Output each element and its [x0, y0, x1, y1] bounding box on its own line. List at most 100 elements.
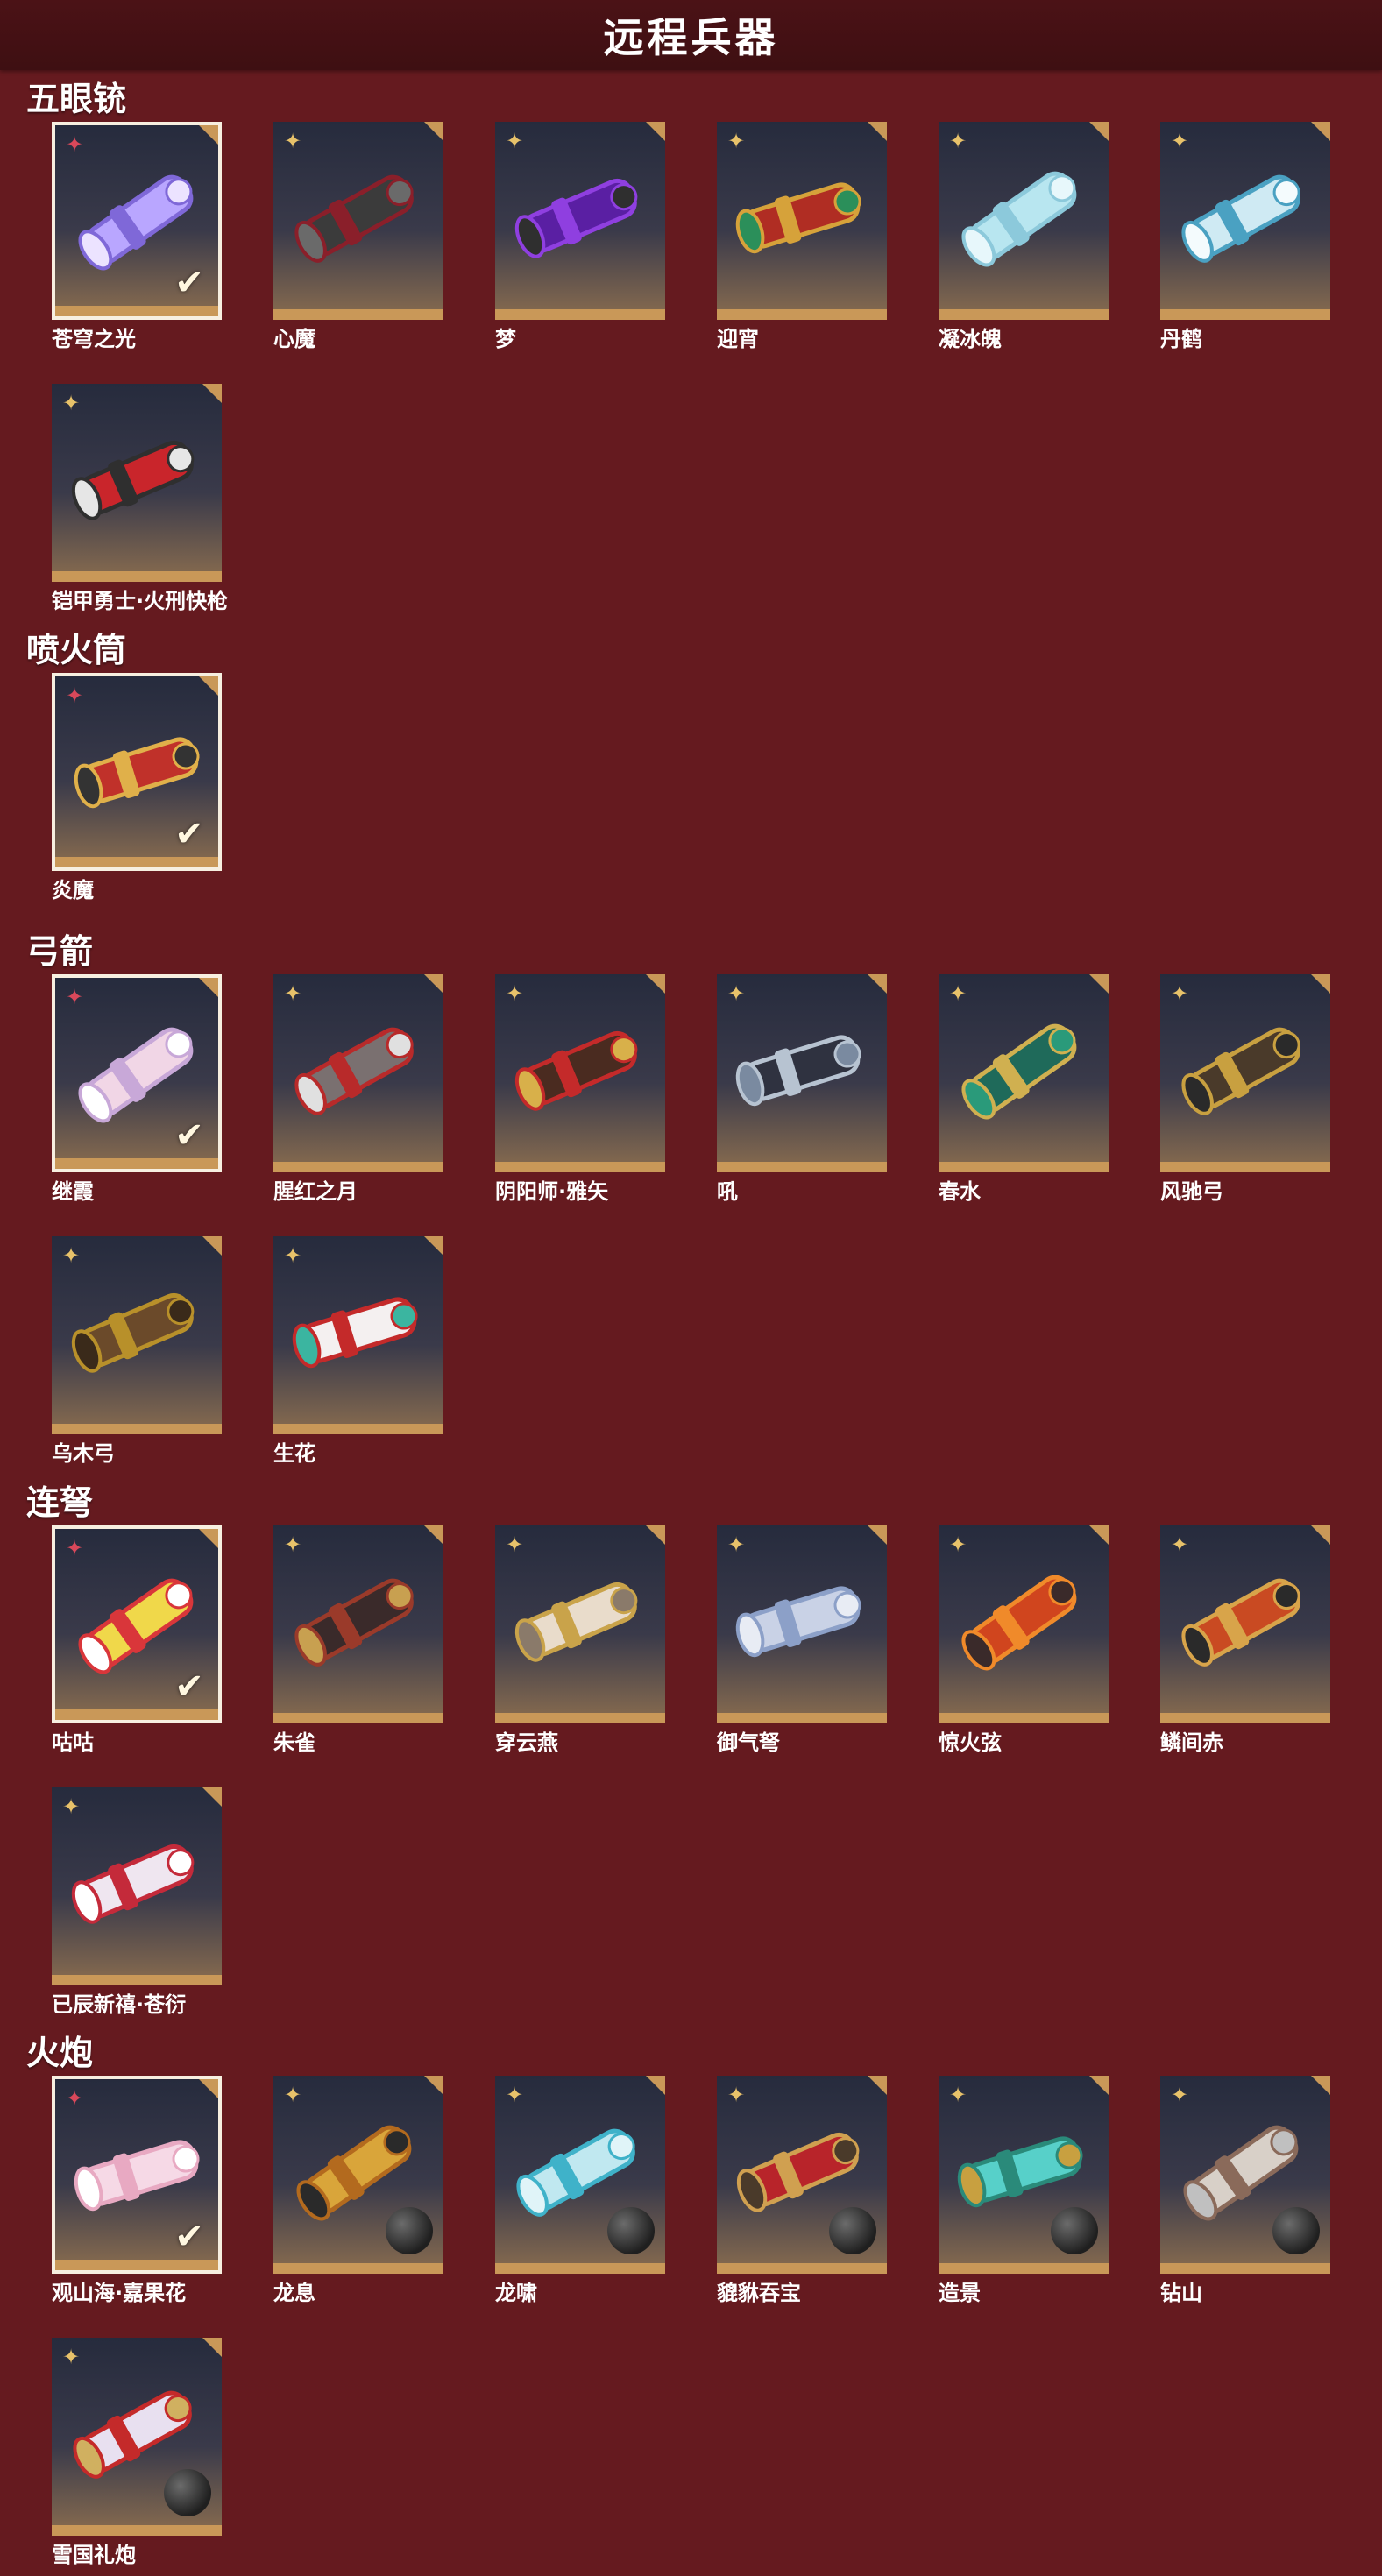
weapon-thumbnail: ✦: [717, 1525, 887, 1723]
weapon-thumbnail: ✦: [939, 974, 1109, 1172]
weapon-name: 春水: [939, 1179, 981, 1204]
section-title: 火炮: [26, 2034, 94, 2072]
frame-corner: [424, 1525, 443, 1545]
weapon-thumbnail: ✦: [273, 1236, 443, 1434]
weapon-card[interactable]: ✦ ✔ 炎魔: [52, 673, 222, 906]
weapon-image: [735, 1035, 861, 1107]
weapon-name: 腥红之月: [273, 1179, 358, 1204]
frame-corner: [202, 1236, 222, 1256]
weapon-image: [1181, 174, 1300, 263]
weapon-thumbnail: ✦: [273, 1525, 443, 1723]
weapon-name: 御气弩: [717, 1730, 780, 1755]
weapon-thumbnail: ✦: [1160, 122, 1330, 320]
frame-corner: [1311, 974, 1330, 994]
weapon-card[interactable]: ✦ ✔ 观山海·嘉果花: [52, 2076, 222, 2309]
weapon-name: 铠甲勇士·火刑快枪: [52, 589, 229, 613]
frame-corner: [646, 2076, 665, 2095]
weapon-name: 鳞间赤: [1160, 1730, 1223, 1755]
weapon-card[interactable]: ✦ 穿云燕: [495, 1525, 665, 1759]
weapon-card[interactable]: ✦ 御气弩: [717, 1525, 887, 1759]
weapon-image: [1181, 1578, 1300, 1667]
weapon-image: [294, 1578, 414, 1667]
checkmark-icon: ✔: [174, 2217, 204, 2257]
frame-corner: [646, 122, 665, 141]
weapon-card[interactable]: ✦ 惊火弦: [939, 1525, 1109, 1759]
weapon-name: 朱雀: [273, 1730, 315, 1755]
frame-corner: [868, 122, 887, 141]
weapon-name: 观山海·嘉果花: [52, 2281, 187, 2305]
weapon-card[interactable]: ✦ 生花: [273, 1236, 443, 1469]
frame-corner: [199, 1529, 218, 1548]
weapon-card[interactable]: ✦ 龙息: [273, 2076, 443, 2309]
weapon-name: 风驰弓: [1160, 1179, 1223, 1204]
weapon-thumbnail: ✦: [1160, 2076, 1330, 2274]
cannonball-icon: [829, 2207, 876, 2254]
checkmark-icon: ✔: [174, 1667, 204, 1707]
weapon-card[interactable]: ✦ 丹鹤: [1160, 122, 1330, 355]
weapon-card[interactable]: ✦ 梦: [495, 122, 665, 355]
weapon-card[interactable]: ✦ 雪国礼炮: [52, 2338, 222, 2571]
frame-corner: [424, 2076, 443, 2095]
weapon-image: [71, 1292, 195, 1373]
weapon-thumbnail: ✦ ✔: [52, 2076, 222, 2274]
weapon-card[interactable]: ✦ 腥红之月: [273, 974, 443, 1207]
weapon-image: [961, 171, 1077, 267]
weapon-thumbnail: ✦: [52, 2338, 222, 2536]
cannonball-icon: [164, 2469, 211, 2516]
weapon-card[interactable]: ✦ 风驰弓: [1160, 974, 1330, 1207]
header-bar: 远程兵器: [0, 0, 1382, 70]
weapon-name: 穿云燕: [495, 1730, 558, 1755]
weapon-name: 阴阳师·雅矢: [495, 1179, 609, 1204]
weapon-name: 吼: [717, 1179, 738, 1204]
weapon-card[interactable]: ✦ 吼: [717, 974, 887, 1207]
weapon-image: [292, 1297, 418, 1369]
weapon-card[interactable]: ✦ 貔貅吞宝: [717, 2076, 887, 2309]
weapon-card[interactable]: ✦ 凝冰魄: [939, 122, 1109, 355]
weapon-card[interactable]: ✦ 乌木弓: [52, 1236, 222, 1469]
weapon-thumbnail: ✦: [273, 974, 443, 1172]
weapon-image: [514, 178, 638, 258]
frame-corner: [202, 2338, 222, 2357]
weapon-name: 咕咕: [52, 1730, 94, 1755]
weapon-card[interactable]: ✦ 已辰新禧·苍衍: [52, 1787, 222, 2020]
weapon-card[interactable]: ✦ 铠甲勇士·火刑快枪: [52, 384, 228, 617]
weapon-card[interactable]: ✦ 造景: [939, 2076, 1109, 2309]
weapon-thumbnail: ✦: [717, 122, 887, 320]
weapon-card[interactable]: ✦ 朱雀: [273, 1525, 443, 1759]
weapon-name: 凝冰魄: [939, 327, 1002, 351]
weapon-name: 心魔: [273, 327, 315, 351]
weapon-card[interactable]: ✦ ✔ 继霞: [52, 974, 222, 1207]
weapon-thumbnail: ✦: [495, 122, 665, 320]
frame-corner: [868, 1525, 887, 1545]
weapon-name: 已辰新禧·苍衍: [52, 1992, 187, 2017]
weapon-name: 惊火弦: [939, 1730, 1002, 1755]
frame-corner: [868, 974, 887, 994]
frame-corner: [646, 1525, 665, 1545]
weapon-card[interactable]: ✦ 龙啸: [495, 2076, 665, 2309]
weapon-name: 梦: [495, 327, 516, 351]
weapon-image: [735, 1586, 861, 1658]
weapon-thumbnail: ✦: [717, 974, 887, 1172]
weapon-card[interactable]: ✦ 迎宵: [717, 122, 887, 355]
weapon-image: [294, 1027, 414, 1115]
frame-corner: [202, 384, 222, 403]
weapon-thumbnail: ✦ ✔: [52, 122, 222, 320]
weapon-name: 生花: [273, 1441, 315, 1466]
weapon-card[interactable]: ✦ 心魔: [273, 122, 443, 355]
frame-corner: [646, 974, 665, 994]
weapon-card[interactable]: ✦ 鳞间赤: [1160, 1525, 1330, 1759]
frame-corner: [1089, 122, 1109, 141]
weapon-card[interactable]: ✦ 阴阳师·雅矢: [495, 974, 665, 1207]
weapon-card[interactable]: ✦ 钻山: [1160, 2076, 1330, 2309]
weapon-card[interactable]: ✦ ✔ 咕咕: [52, 1525, 222, 1759]
weapon-image: [1181, 1027, 1300, 1115]
weapon-card[interactable]: ✦ 春水: [939, 974, 1109, 1207]
cannonball-icon: [1272, 2207, 1320, 2254]
weapon-thumbnail: ✦: [52, 1236, 222, 1434]
weapon-thumbnail: ✦ ✔: [52, 1525, 222, 1723]
weapon-thumbnail: ✦: [717, 2076, 887, 2274]
weapon-name: 雪国礼炮: [52, 2543, 136, 2567]
weapon-card[interactable]: ✦ ✔ 苍穹之光: [52, 122, 222, 355]
weapon-name: 继霞: [52, 1179, 94, 1204]
weapon-image: [71, 440, 195, 520]
